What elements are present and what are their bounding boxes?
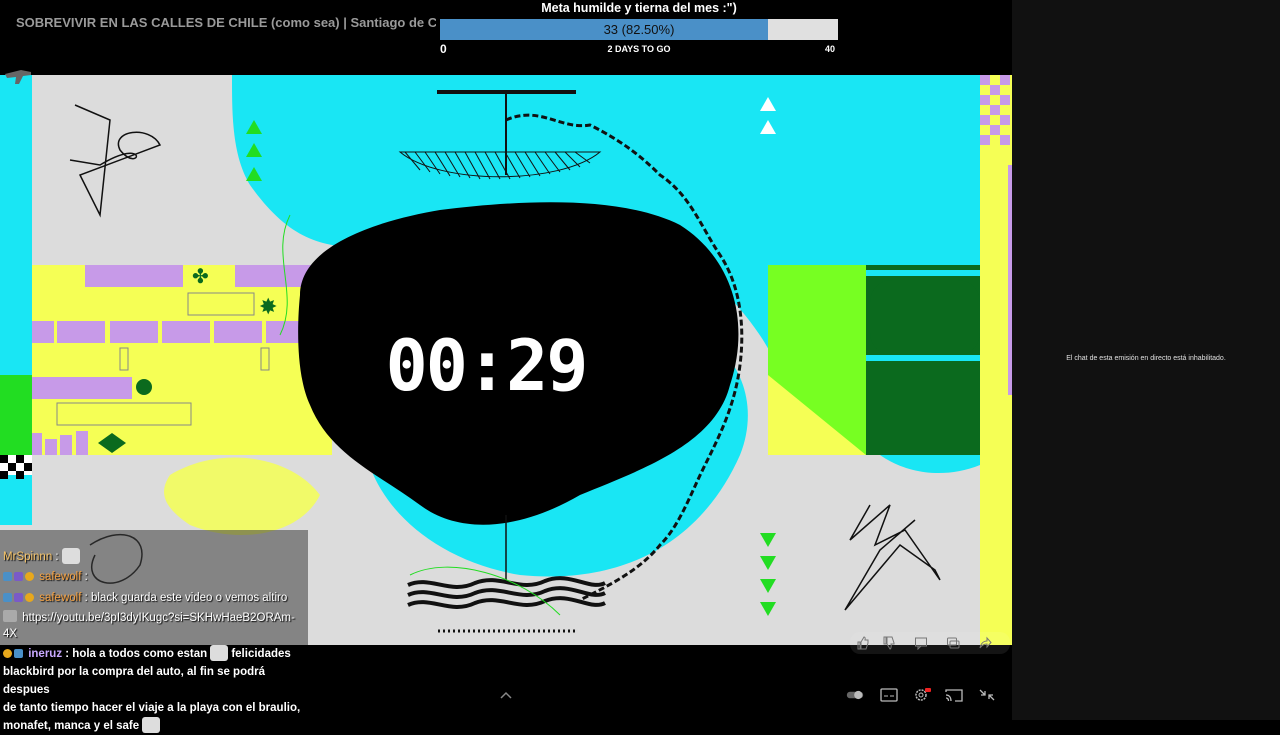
reaction-bar bbox=[850, 632, 1010, 654]
goal-days-left: 2 DAYS TO GO bbox=[607, 44, 671, 54]
autoplay-toggle-icon[interactable] bbox=[846, 688, 864, 702]
chat-line: safewolf : bbox=[3, 571, 88, 583]
goal-progress-bar: 33 (82.50%) bbox=[440, 19, 838, 40]
chevron-up-icon[interactable] bbox=[497, 688, 515, 702]
comment-icon[interactable] bbox=[914, 636, 928, 650]
countdown-timer: 00:29 bbox=[385, 325, 589, 407]
thumbs-down-icon[interactable] bbox=[882, 636, 896, 650]
chat-line: MrSpinnn : bbox=[3, 548, 80, 564]
subtitles-icon[interactable] bbox=[880, 688, 898, 702]
chat-disabled-message: El chat de esta emisión en directo está … bbox=[1066, 355, 1226, 362]
avatar bbox=[3, 610, 17, 622]
exit-fullscreen-icon[interactable] bbox=[978, 688, 996, 702]
badge-icon bbox=[14, 593, 23, 602]
overlay-chat: MrSpinnn : safewolf : safewolf : black g… bbox=[0, 530, 308, 645]
chat-line: 4X bbox=[3, 628, 18, 640]
chat-line: https://youtu.be/3pI3dyIKugc?si=SKHwHaeB… bbox=[3, 610, 295, 624]
svg-text:✤: ✤ bbox=[192, 264, 209, 288]
chat-line: safewolf : black guarda este video o vem… bbox=[3, 592, 287, 604]
goal-title: Meta humilde y tierna del mes :") bbox=[541, 1, 737, 15]
goal-progress-text: 33 (82.50%) bbox=[603, 22, 675, 37]
video-title[interactable]: SOBREVIVIR EN LAS CALLES DE CHILE (como … bbox=[16, 15, 436, 30]
badge-icon bbox=[3, 572, 12, 581]
player-controls bbox=[0, 668, 1012, 720]
top-bar: SOBREVIVIR EN LAS CALLES DE CHILE (como … bbox=[0, 0, 1012, 75]
live-chat-panel: El chat de esta emisión en directo está … bbox=[1012, 0, 1280, 720]
badge-icon bbox=[25, 593, 34, 602]
svg-text:✸: ✸ bbox=[259, 295, 277, 320]
goal-max-label: 40 bbox=[825, 44, 836, 54]
badge-icon bbox=[3, 593, 12, 602]
thumbs-up-icon[interactable] bbox=[856, 636, 870, 650]
badge-icon bbox=[14, 572, 23, 581]
badge-icon bbox=[14, 649, 23, 658]
emote-icon bbox=[210, 645, 229, 661]
emote-icon bbox=[61, 548, 80, 564]
share-icon[interactable] bbox=[978, 636, 992, 650]
badge-icon bbox=[25, 572, 34, 581]
chat-line: ineruz : hola a todos como estan felicid… bbox=[3, 645, 313, 663]
cast-icon[interactable] bbox=[945, 688, 963, 702]
chat-bubbles-icon[interactable] bbox=[946, 636, 960, 650]
settings-icon[interactable] bbox=[913, 688, 931, 702]
rifle-icon bbox=[5, 70, 31, 84]
badge-icon bbox=[3, 649, 12, 658]
